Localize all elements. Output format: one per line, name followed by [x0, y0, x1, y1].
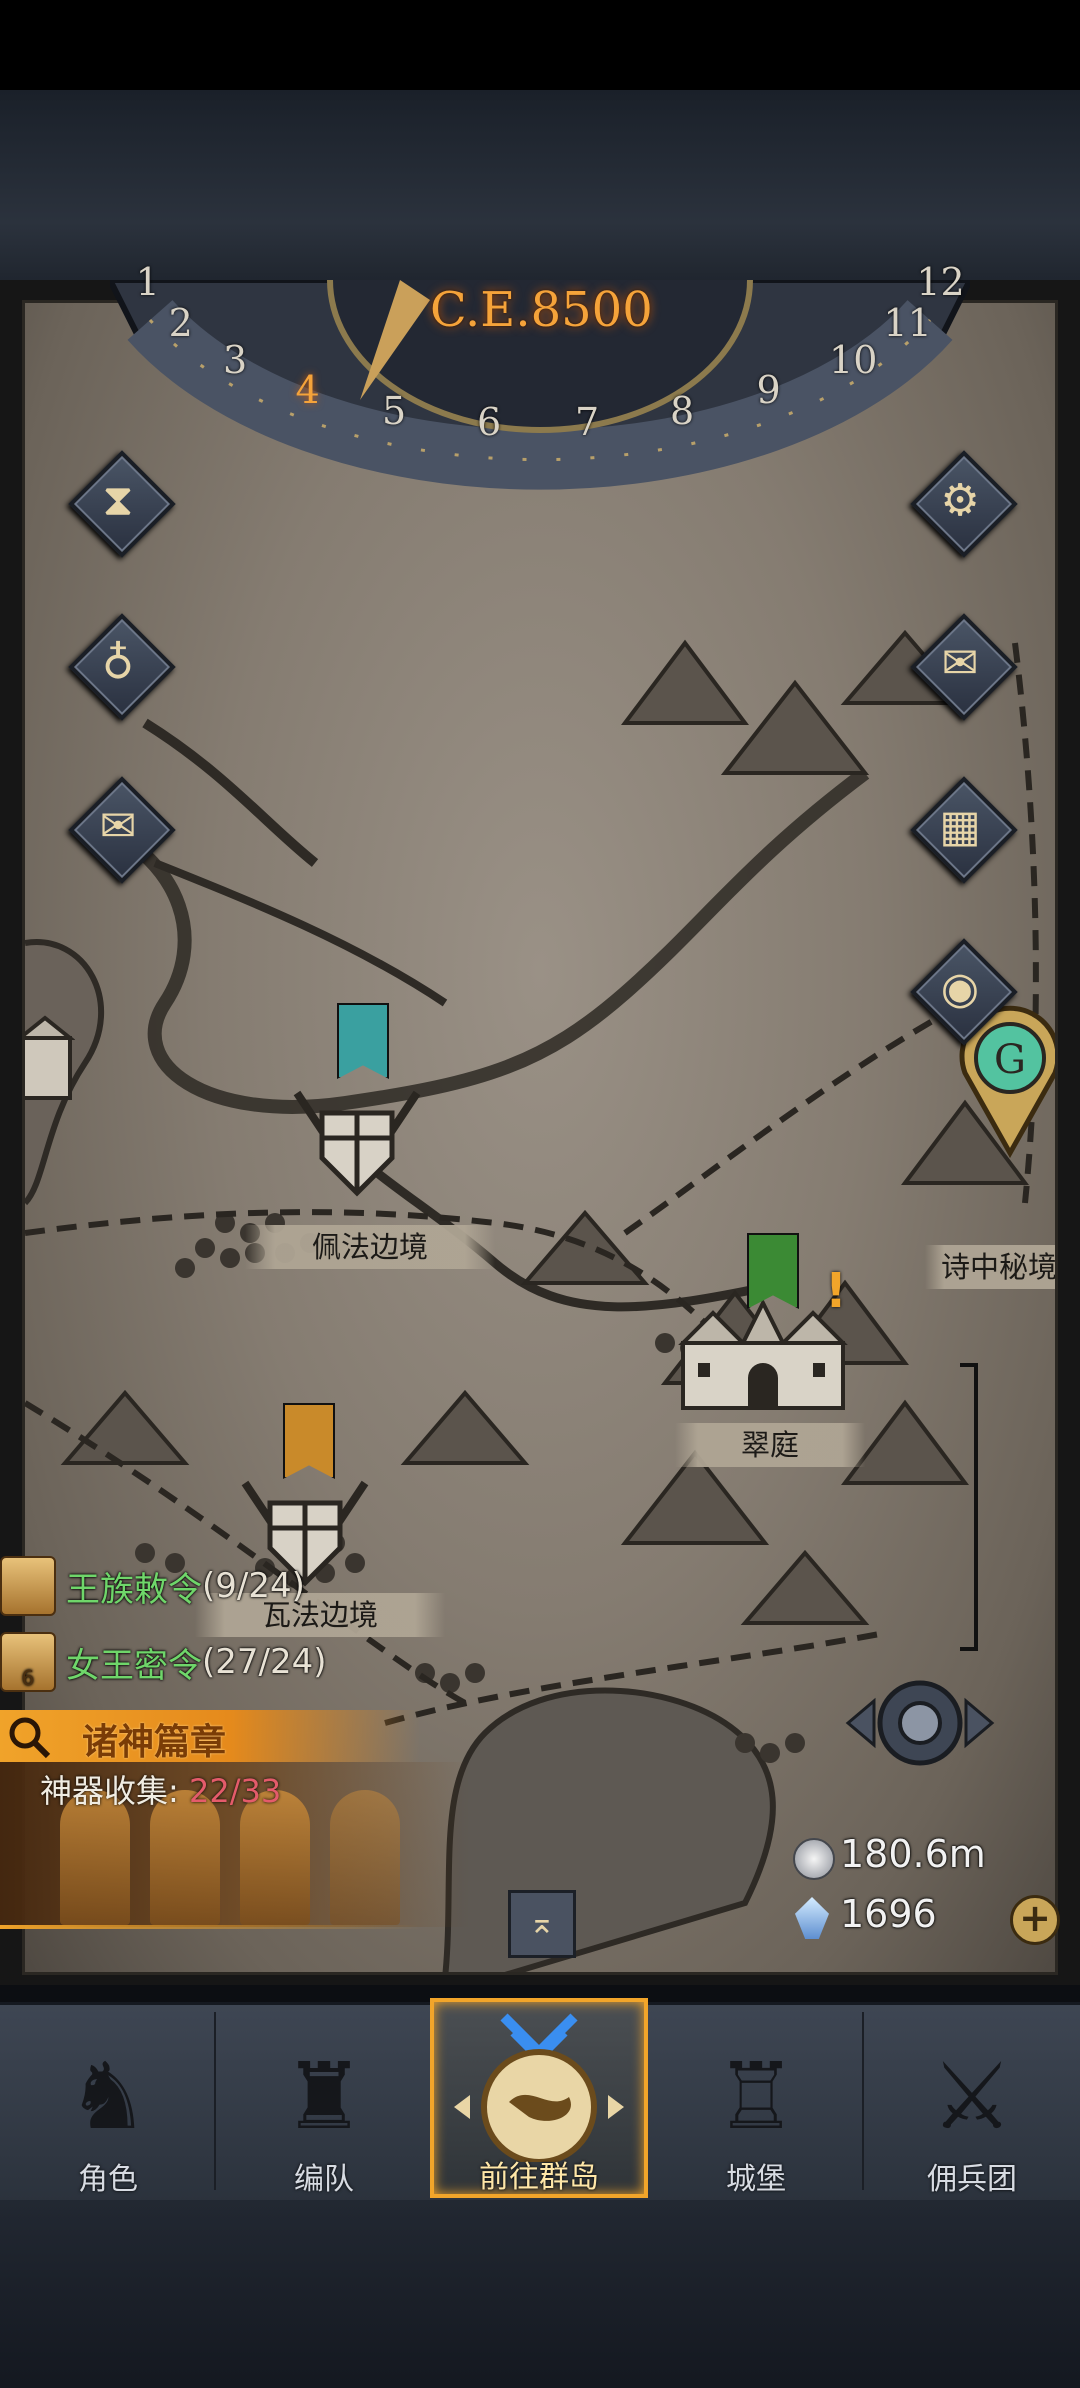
dial-number-3[interactable]: 3 — [223, 338, 247, 382]
quest-count: (9/24) — [202, 1566, 305, 1606]
event-progress-label: 神器收集: — [40, 1772, 179, 1810]
grid-icon: ▦ — [939, 800, 981, 852]
scroll-icon — [0, 1556, 56, 1616]
settings-button[interactable]: ⚙ — [910, 450, 1018, 558]
location-label-cuiting[interactable]: 翠庭 — [675, 1423, 865, 1467]
castle-left-edge[interactable] — [25, 1013, 75, 1103]
silver-amount: 180.6m — [840, 1832, 986, 1876]
nav-label: 编队 — [294, 2162, 354, 2197]
nav-formation[interactable]: ♜ 编队 — [216, 2002, 432, 2200]
bag-button[interactable]: ♁ — [68, 613, 176, 721]
nav-castle[interactable]: ♖ 城堡 — [648, 2002, 864, 2200]
nav-islands[interactable]: 前往群岛 — [430, 1998, 648, 2198]
event-progress: 神器收集: 22/33 — [40, 1766, 281, 1812]
scroll-button[interactable]: ✉ — [68, 776, 176, 884]
quest-label: 女王密令 — [66, 1645, 202, 1686]
zoom-slider[interactable] — [960, 1363, 978, 1651]
collapse-panel-button[interactable]: ⌅ — [508, 1890, 576, 1958]
coin-button[interactable]: ◉ — [910, 938, 1018, 1046]
dial-number-7[interactable]: 7 — [575, 400, 599, 444]
globe-icon — [454, 2013, 624, 2162]
helmet-icon: ♜ — [282, 2043, 366, 2150]
bag-icon: ♁ — [101, 637, 135, 689]
hourglass-button[interactable]: ⧗ — [68, 450, 176, 558]
grid-button[interactable]: ▦ — [910, 776, 1018, 884]
bottom-band — [0, 2200, 1080, 2388]
dial-number-5[interactable]: 5 — [382, 389, 406, 433]
dial-number-9[interactable]: 9 — [756, 368, 780, 412]
scroll-icon: ✉ — [99, 800, 137, 852]
crystal-amount: 1696 — [840, 1892, 937, 1936]
dial-number-12[interactable]: 12 — [916, 260, 964, 304]
quest-label: 王族敕令 — [66, 1569, 202, 1610]
dial-number-11[interactable]: 11 — [883, 301, 931, 345]
quest-queen-order[interactable]: 6 女王密令 (27/24) — [0, 1632, 327, 1692]
status-bar-area — [0, 0, 1080, 90]
mail-icon: ✉ — [941, 637, 979, 689]
nav-mercenary[interactable]: ⚔ 佣兵团 — [864, 2002, 1080, 2200]
dial-number-4[interactable]: 4 — [296, 368, 320, 412]
mail-button[interactable]: ✉ — [910, 613, 1018, 721]
year-display: C.E.8500 — [430, 282, 653, 338]
dial-number-8[interactable]: 8 — [670, 389, 694, 433]
search-icon — [6, 1714, 52, 1760]
nav-character[interactable]: ♞ 角色 — [0, 2002, 216, 2200]
sword-banner-icon: ⚔ — [930, 2043, 1014, 2150]
dial-number-2[interactable]: 2 — [169, 301, 193, 345]
nav-label: 佣兵团 — [927, 2162, 1017, 2197]
castle-peifa[interactable] — [287, 1073, 427, 1203]
quest-count: (27/24) — [202, 1642, 327, 1682]
hourglass-icon: ⧗ — [102, 474, 134, 526]
add-crystal-button[interactable]: + — [1010, 1895, 1060, 1945]
alert-icon: ! — [825, 1263, 847, 1319]
quest-royal-decree[interactable]: 王族敕令 (9/24) — [0, 1556, 305, 1616]
event-title: 诸神篇章 — [82, 1722, 227, 1763]
dial-number-1[interactable]: 1 — [136, 260, 160, 304]
dial-number-6[interactable]: 6 — [477, 400, 501, 444]
location-label-peifa[interactable]: 佩法边境 — [245, 1225, 495, 1269]
nav-label: 城堡 — [726, 2162, 786, 2197]
castle-icon: ♖ — [714, 2043, 798, 2150]
event-divider — [0, 1925, 420, 1929]
event-figure — [330, 1790, 400, 1925]
nav-label: 角色 — [78, 2162, 138, 2197]
svg-text:G: G — [994, 1037, 1026, 1083]
scroll-badge-icon: 6 — [0, 1632, 56, 1692]
event-progress-value: 22/33 — [188, 1772, 282, 1810]
top-header-band — [0, 90, 1080, 280]
silver-coin-icon — [793, 1838, 835, 1880]
nav-label: 前往群岛 — [479, 2160, 599, 2195]
gear-icon: ⚙ — [940, 474, 980, 526]
coin-icon: ◉ — [940, 962, 980, 1014]
locate-control[interactable] — [840, 1668, 1000, 1778]
location-label-shizhong[interactable]: 诗中秘境 — [925, 1245, 1055, 1289]
dial-number-10[interactable]: 10 — [829, 338, 877, 382]
knight-icon: ♞ — [66, 2043, 150, 2150]
